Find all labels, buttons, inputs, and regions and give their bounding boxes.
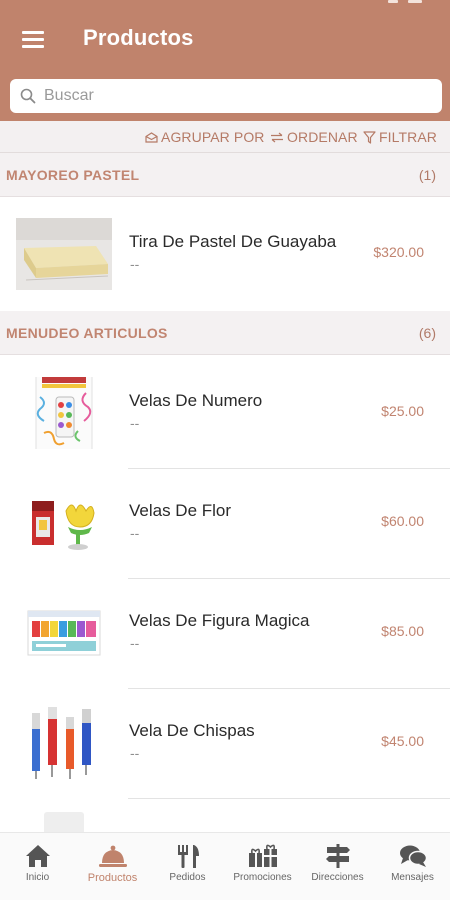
nav-label: Direcciones — [311, 872, 364, 883]
product-price: $45.00 — [381, 733, 424, 749]
utensils-icon — [177, 845, 199, 868]
funnel-icon — [363, 130, 376, 144]
product-subtitle: -- — [130, 745, 140, 761]
section-count: (6) — [418, 325, 436, 341]
nav-label: Pedidos — [169, 872, 206, 883]
gifts-icon — [248, 844, 277, 867]
app-bar: Productos — [0, 0, 450, 121]
product-subtitle: -- — [130, 635, 140, 651]
section-header-menudeo-articulos[interactable]: MENUDEO ARTICULOS (6) — [0, 311, 450, 355]
product-item[interactable]: Tira De Pastel De Guayaba -- $320.00 — [0, 200, 450, 310]
product-price: $60.00 — [381, 513, 424, 529]
nav-label: Mensajes — [391, 872, 434, 883]
search-input[interactable] — [44, 87, 404, 105]
nav-label: Inicio — [25, 872, 50, 883]
product-subtitle: -- — [130, 415, 140, 431]
section-title: MAYOREO PASTEL — [6, 167, 140, 183]
signpost-icon — [325, 844, 350, 868]
sort-label: ORDENAR — [287, 129, 358, 145]
group-by-label: AGRUPAR POR — [161, 129, 265, 145]
nav-item-inicio[interactable]: Inicio — [0, 833, 75, 900]
nav-item-productos[interactable]: Productos — [75, 833, 150, 900]
product-image-birthday-candles — [16, 597, 112, 669]
product-item[interactable]: Velas De Figura Magica -- $85.00 — [0, 579, 450, 689]
status-bar-icon — [388, 0, 398, 3]
nav-label: Promociones — [233, 872, 292, 883]
product-subtitle: -- — [130, 256, 140, 272]
product-item[interactable]: Velas De Numero -- $25.00 — [0, 359, 450, 469]
search-icon — [20, 88, 36, 104]
product-image-number-candle — [16, 377, 112, 449]
nav-label: Productos — [87, 872, 138, 884]
section-header-mayoreo-pastel[interactable]: MAYOREO PASTEL (1) — [0, 153, 450, 197]
status-bar-icon — [408, 0, 422, 3]
nav-item-direcciones[interactable]: Direcciones — [300, 833, 375, 900]
filter-button[interactable]: FILTRAR — [363, 129, 437, 145]
cloche-icon — [98, 845, 127, 867]
chat-icon — [399, 845, 427, 867]
list-toolbar: AGRUPAR POR ORDENAR FILTRAR — [0, 121, 450, 153]
product-name: Velas De Flor — [129, 501, 232, 520]
search-bar[interactable] — [10, 79, 442, 113]
product-item-partial[interactable] — [0, 799, 450, 832]
product-price: $320.00 — [373, 244, 424, 260]
nav-item-mensajes[interactable]: Mensajes — [375, 833, 450, 900]
page-title: Productos — [83, 25, 194, 50]
swap-arrows-icon — [271, 132, 283, 142]
section-count: (1) — [418, 167, 436, 183]
product-item[interactable]: Velas De Flor -- $60.00 — [0, 469, 450, 579]
product-name: Tira De Pastel De Guayaba — [129, 232, 337, 251]
section-title: MENUDEO ARTICULOS — [6, 325, 168, 341]
hamburger-menu-icon[interactable] — [22, 26, 52, 52]
product-name: Velas De Figura Magica — [129, 611, 310, 630]
sort-button[interactable]: ORDENAR — [270, 129, 358, 145]
product-subtitle: -- — [130, 525, 140, 541]
product-name: Vela De Chispas — [129, 721, 255, 740]
nav-item-pedidos[interactable]: Pedidos — [150, 833, 225, 900]
bottom-navigation: Inicio Productos Pedidos Promociones Dir… — [0, 832, 450, 900]
product-price: $25.00 — [381, 403, 424, 419]
product-name: Velas De Numero — [129, 391, 263, 410]
product-item[interactable]: Vela De Chispas -- $45.00 — [0, 689, 450, 799]
product-image-sparkler-candles — [16, 707, 112, 779]
group-by-button[interactable]: AGRUPAR POR — [145, 129, 265, 145]
envelope-open-icon — [145, 131, 158, 143]
product-image-guava-cake — [16, 218, 112, 290]
home-icon — [25, 845, 50, 867]
product-price: $85.00 — [381, 623, 424, 639]
nav-item-promociones[interactable]: Promociones — [225, 833, 300, 900]
filter-label: FILTRAR — [379, 129, 437, 145]
product-image-flower-candle — [16, 487, 112, 559]
product-image-partial — [44, 812, 84, 832]
